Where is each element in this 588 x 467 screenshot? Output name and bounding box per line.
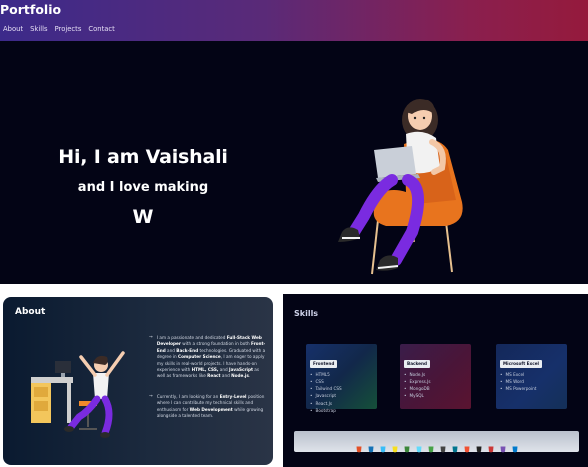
girl-on-chair-illustration <box>338 99 463 275</box>
arrow-right-icon: → <box>149 335 153 340</box>
girl-at-desk-illustration <box>31 351 125 438</box>
skill-item: Node.Js <box>404 371 467 378</box>
skill-item: MS Word <box>500 378 563 385</box>
highlight-text: Web Development <box>189 406 233 412</box>
highlight-text: React <box>207 373 221 379</box>
highlight-text: Back-End <box>176 347 199 353</box>
javascript-icon <box>392 438 398 453</box>
about-paragraph-2: → Currently, I am looking for an Entry-L… <box>149 394 267 420</box>
skill-item: Bootstrap <box>310 407 373 414</box>
main-nav: About Skills Projects Contact <box>3 25 115 33</box>
skill-item: MS Powerpoint <box>500 385 563 392</box>
github-icon <box>476 438 482 453</box>
highlight-text: Node.js <box>231 373 249 379</box>
tailwind-icon <box>380 438 386 453</box>
skill-item: MySQL <box>404 392 467 399</box>
skill-card-label: Frontend <box>310 359 338 368</box>
skill-card-label: Backend <box>404 359 430 368</box>
skill-list: HTML5 CSS Tailwind CSS Javascript React.… <box>310 371 373 415</box>
nav-about[interactable]: About <box>3 25 23 33</box>
hero-typing-text: W <box>132 206 154 228</box>
react-icon <box>416 438 422 453</box>
mysql-icon <box>452 438 458 453</box>
hero-greeting: Hi, I am Vaishali <box>58 146 228 168</box>
skill-item: Express.Js <box>404 378 467 385</box>
skill-item: HTML5 <box>310 371 373 378</box>
highlight-text: Entry-Level <box>219 393 247 399</box>
skill-item: React.Js <box>310 400 373 407</box>
skill-item: Javascript <box>310 392 373 399</box>
skill-card-label: Microsoft Excel <box>500 359 542 368</box>
git-icon <box>464 438 470 453</box>
brand-logo[interactable]: Portfolio <box>0 2 61 17</box>
body-text: and <box>165 347 177 353</box>
skill-list: Node.Js Express.Js MongoDB MySQL <box>404 371 467 400</box>
arrow-right-icon: → <box>149 393 153 399</box>
highlight-text: Computer Science <box>178 354 221 360</box>
body-text: and <box>220 373 232 379</box>
about-section: About → I am a passionate and dedicated … <box>3 297 273 465</box>
skill-list: MS Excel MS Word MS Powerpoint <box>500 371 563 393</box>
skills-title: Skills <box>294 309 319 318</box>
nodejs-icon <box>404 438 410 453</box>
skill-item: Tailwind CSS <box>310 385 373 392</box>
highlight-text: JavaScript <box>229 367 253 373</box>
express-icon <box>440 438 446 453</box>
nav-contact[interactable]: Contact <box>88 25 114 33</box>
about-paragraph-2-text: Currently, I am looking for an Entry-Lev… <box>157 394 267 420</box>
body-text: . <box>248 373 251 379</box>
skill-item: MS Excel <box>500 371 563 378</box>
bootstrap-icon <box>500 438 506 453</box>
hero-section: Portfolio About Skills Projects Contact … <box>0 0 588 284</box>
about-paragraph-1: → I am a passionate and dedicated Full-S… <box>149 335 267 380</box>
hero-tagline: and I love making <box>77 180 209 195</box>
skill-item: MongoDB <box>404 385 467 392</box>
body-text: I am a passionate and dedicated <box>156 335 227 340</box>
mongodb-icon <box>428 438 434 453</box>
css3-icon <box>368 438 374 453</box>
skill-card-backend[interactable]: Backend Node.Js Express.Js MongoDB MySQL <box>400 344 471 409</box>
about-text: → I am a passionate and dedicated Full-S… <box>149 335 267 419</box>
npm-icon <box>488 438 494 453</box>
skills-section: Skills Frontend HTML5 CSS Tailwind CSS J… <box>283 294 588 467</box>
about-title: About <box>15 307 46 317</box>
body-text: Currently, I am looking for an <box>156 393 220 399</box>
skill-card-frontend[interactable]: Frontend HTML5 CSS Tailwind CSS Javascri… <box>306 344 377 413</box>
nav-skills[interactable]: Skills <box>30 25 47 33</box>
page-root: Portfolio About Skills Projects Contact … <box>0 0 588 467</box>
skill-item: CSS <box>310 378 373 385</box>
skill-card-microsoft-excel[interactable]: Microsoft Excel MS Excel MS Word MS Powe… <box>496 344 567 409</box>
body-text: with a strong foundation in both <box>180 341 251 347</box>
tech-icons-bar <box>294 431 579 453</box>
body-text: and <box>218 367 230 373</box>
vscode-icon <box>512 438 518 453</box>
highlight-text: HTML, CSS, <box>191 367 219 373</box>
nav-projects[interactable]: Projects <box>55 25 82 33</box>
html5-icon <box>356 438 362 453</box>
about-paragraph-1-text: I am a passionate and dedicated Full-Sta… <box>157 335 267 380</box>
top-navbar: Portfolio About Skills Projects Contact <box>0 0 588 41</box>
